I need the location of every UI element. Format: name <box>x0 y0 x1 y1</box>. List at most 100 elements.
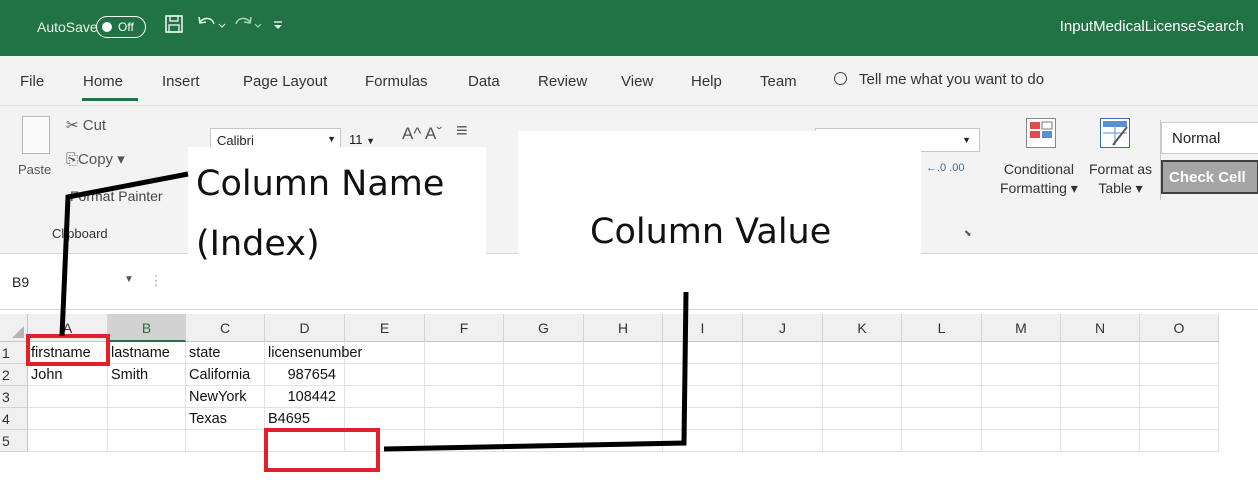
cell-i1[interactable] <box>663 342 743 364</box>
format-as-table-button[interactable]: Format as Table ▾ <box>1089 160 1152 198</box>
column-header-n[interactable]: N <box>1061 314 1140 342</box>
tab-formulas[interactable]: Formulas <box>365 73 428 90</box>
row-header-3[interactable]: 3 <box>0 386 28 408</box>
cell-m3[interactable] <box>982 386 1061 408</box>
cell-c3[interactable]: NewYork <box>186 386 265 408</box>
cell-j1[interactable] <box>743 342 823 364</box>
cell-h1[interactable] <box>584 342 663 364</box>
tab-review[interactable]: Review <box>538 73 587 90</box>
tab-home[interactable]: Home <box>83 73 123 90</box>
cell-a3[interactable] <box>28 386 108 408</box>
cell-l4[interactable] <box>902 408 982 430</box>
customize-qat-icon[interactable] <box>272 14 284 39</box>
cell-k4[interactable] <box>823 408 902 430</box>
cell-b5[interactable] <box>108 430 186 452</box>
cell-m2[interactable] <box>982 364 1061 386</box>
column-header-c[interactable]: C <box>186 314 265 342</box>
cell-b1[interactable]: lastname <box>108 342 186 364</box>
cell-k2[interactable] <box>823 364 902 386</box>
tab-page-layout[interactable]: Page Layout <box>243 73 327 90</box>
cell-n1[interactable] <box>1061 342 1140 364</box>
cell-a5[interactable] <box>28 430 108 452</box>
format-painter-button[interactable]: Format Painter <box>70 188 163 204</box>
column-header-i[interactable]: I <box>663 314 743 342</box>
cell-n5[interactable] <box>1061 430 1140 452</box>
cell-b2[interactable]: Smith <box>108 364 186 386</box>
column-header-e[interactable]: E <box>345 314 425 342</box>
cell-f4[interactable] <box>425 408 504 430</box>
cell-j2[interactable] <box>743 364 823 386</box>
cell-g2[interactable] <box>504 364 584 386</box>
align-icon[interactable]: ≡ <box>456 120 468 143</box>
cell-c4[interactable]: Texas <box>186 408 265 430</box>
cell-i5[interactable] <box>663 430 743 452</box>
paste-label[interactable]: Paste <box>18 162 51 177</box>
chevron-down-icon[interactable]: ▼ <box>124 274 134 285</box>
cell-d3[interactable]: 108442 <box>265 386 345 408</box>
cell-h3[interactable] <box>584 386 663 408</box>
cut-button[interactable]: ✂ Cut <box>66 116 106 134</box>
cell-b4[interactable] <box>108 408 186 430</box>
cell-a2[interactable]: John <box>28 364 108 386</box>
cell-o3[interactable] <box>1140 386 1219 408</box>
cell-g5[interactable] <box>504 430 584 452</box>
cell-b3[interactable] <box>108 386 186 408</box>
save-icon[interactable] <box>164 14 184 39</box>
cell-k1[interactable] <box>823 342 902 364</box>
cell-j4[interactable] <box>743 408 823 430</box>
column-header-h[interactable]: H <box>584 314 663 342</box>
column-header-l[interactable]: L <box>902 314 982 342</box>
cell-e1[interactable] <box>345 342 425 364</box>
cell-h4[interactable] <box>584 408 663 430</box>
cell-a4[interactable] <box>28 408 108 430</box>
cell-d2[interactable]: 987654 <box>265 364 345 386</box>
cell-m1[interactable] <box>982 342 1061 364</box>
cell-f3[interactable] <box>425 386 504 408</box>
column-header-f[interactable]: F <box>425 314 504 342</box>
tab-team[interactable]: Team <box>760 73 797 90</box>
cell-j5[interactable] <box>743 430 823 452</box>
cell-c5[interactable] <box>186 430 265 452</box>
tab-help[interactable]: Help <box>691 73 722 90</box>
cell-l2[interactable] <box>902 364 982 386</box>
tab-insert[interactable]: Insert <box>162 73 200 90</box>
cell-o1[interactable] <box>1140 342 1219 364</box>
column-header-j[interactable]: J <box>743 314 823 342</box>
tell-me-search[interactable]: Tell me what you want to do <box>834 71 1044 88</box>
cell-i3[interactable] <box>663 386 743 408</box>
grow-font-button[interactable]: A^ <box>402 124 421 144</box>
row-header-5[interactable]: 5 <box>0 430 28 452</box>
paste-icon[interactable] <box>22 116 50 154</box>
cell-n4[interactable] <box>1061 408 1140 430</box>
cell-g3[interactable] <box>504 386 584 408</box>
cell-k5[interactable] <box>823 430 902 452</box>
increase-decimal-button[interactable]: ←.0 .00 <box>926 162 965 174</box>
cell-l3[interactable] <box>902 386 982 408</box>
column-header-m[interactable]: M <box>982 314 1061 342</box>
cell-i4[interactable] <box>663 408 743 430</box>
cell-g1[interactable] <box>504 342 584 364</box>
column-header-k[interactable]: K <box>823 314 902 342</box>
cell-f5[interactable] <box>425 430 504 452</box>
shrink-font-button[interactable]: Aˇ <box>425 124 442 144</box>
column-header-d[interactable]: D <box>265 314 345 342</box>
cell-m4[interactable] <box>982 408 1061 430</box>
cell-k3[interactable] <box>823 386 902 408</box>
cell-j3[interactable] <box>743 386 823 408</box>
row-header-1[interactable]: 1 <box>0 342 28 364</box>
cell-e4[interactable] <box>345 408 425 430</box>
cell-l1[interactable] <box>902 342 982 364</box>
undo-icon[interactable] <box>196 14 226 39</box>
cell-c1[interactable]: state <box>186 342 265 364</box>
cell-h5[interactable] <box>584 430 663 452</box>
cell-n2[interactable] <box>1061 364 1140 386</box>
cell-m5[interactable] <box>982 430 1061 452</box>
cell-c2[interactable]: California <box>186 364 265 386</box>
format-as-table-icon[interactable] <box>1100 118 1130 148</box>
cell-o4[interactable] <box>1140 408 1219 430</box>
style-check-cell[interactable]: Check Cell <box>1161 160 1258 194</box>
cell-e3[interactable] <box>345 386 425 408</box>
cell-h2[interactable] <box>584 364 663 386</box>
select-all-button[interactable] <box>0 314 28 342</box>
style-normal[interactable]: Normal <box>1161 122 1258 154</box>
